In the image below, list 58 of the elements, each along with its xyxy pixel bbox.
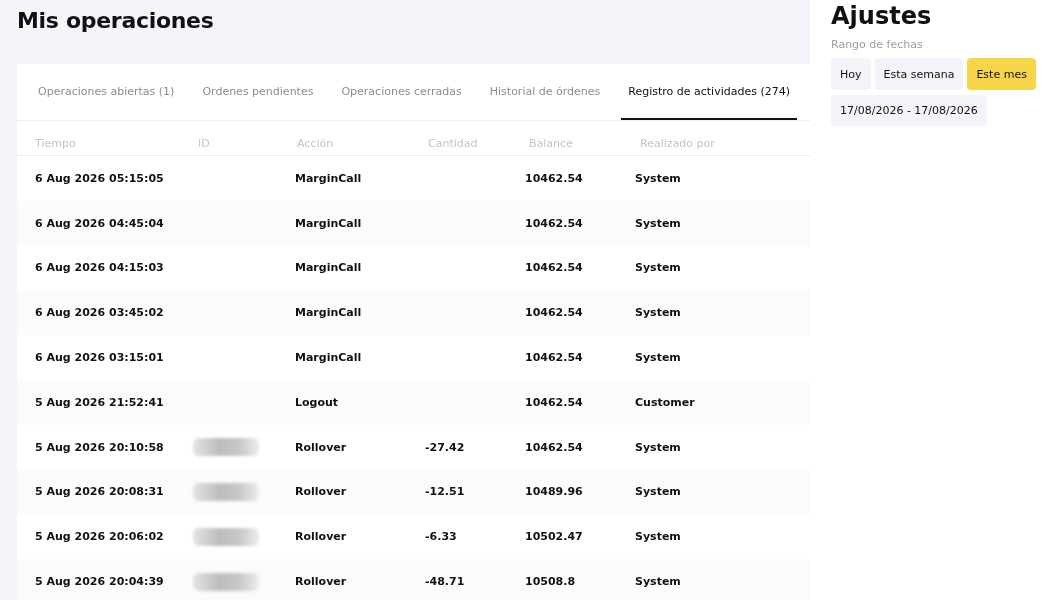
column-header: ID bbox=[198, 137, 210, 150]
column-header: Balance bbox=[529, 137, 573, 150]
table-cell: -27.42 bbox=[425, 440, 465, 454]
table-cell: Customer bbox=[635, 395, 695, 409]
date-preset-button[interactable]: Esta semana bbox=[874, 58, 964, 90]
table-cell: 6 Aug 2026 03:15:01 bbox=[35, 351, 164, 365]
table-cell: System bbox=[635, 261, 681, 275]
column-header: Tiempo bbox=[35, 137, 76, 150]
table-cell: 5 Aug 2026 20:04:39 bbox=[35, 575, 164, 589]
table-cell: MarginCall bbox=[295, 216, 362, 230]
table-cell: 6 Aug 2026 04:15:03 bbox=[35, 261, 164, 275]
table-cell: 10462.54 bbox=[525, 395, 583, 409]
table-cell: 10462.54 bbox=[525, 171, 583, 185]
table-cell: Rollover bbox=[295, 440, 347, 454]
date-preset-button[interactable]: Hoy bbox=[831, 58, 871, 90]
table-cell: 10462.54 bbox=[525, 306, 583, 320]
table-cell: 10462.54 bbox=[525, 261, 583, 275]
table-cell: Logout bbox=[295, 395, 339, 409]
tab[interactable]: Registro de actividades (274) bbox=[621, 64, 798, 120]
table-cell: System bbox=[635, 351, 681, 365]
table-cell: System bbox=[635, 530, 681, 544]
table-cell: 10462.54 bbox=[525, 351, 583, 365]
table-cell: 10489.96 bbox=[525, 485, 583, 499]
table-cell: Rollover bbox=[295, 575, 347, 589]
table-cell: 5 Aug 2026 21:52:41 bbox=[35, 395, 164, 409]
table-cell: -6.33 bbox=[425, 530, 457, 544]
panel-title: Ajustes bbox=[831, 2, 933, 30]
table-cell: 10502.47 bbox=[525, 530, 583, 544]
table-cell: MarginCall bbox=[295, 171, 362, 185]
table-cell: 5 Aug 2026 20:08:31 bbox=[35, 485, 164, 499]
table-cell: System bbox=[635, 575, 681, 589]
table-cell: Rollover bbox=[295, 485, 347, 499]
table-cell: 5 Aug 2026 20:10:58 bbox=[35, 440, 164, 454]
date-preset-button[interactable]: Este mes bbox=[967, 58, 1036, 90]
column-header: Cantidad bbox=[428, 137, 478, 150]
table-cell: System bbox=[635, 440, 681, 454]
page-title: Mis operaciones bbox=[17, 7, 215, 35]
tab[interactable]: Operaciones abiertas (1) bbox=[31, 64, 182, 120]
table-cell: 6 Aug 2026 05:15:05 bbox=[35, 171, 164, 185]
table-cell: System bbox=[635, 171, 681, 185]
table-cell: System bbox=[635, 216, 681, 230]
table-cell: MarginCall bbox=[295, 261, 362, 275]
date-range-field[interactable]: 17/08/2026 - 17/08/2026 bbox=[831, 95, 987, 126]
table-cell: 5 Aug 2026 20:06:02 bbox=[35, 530, 164, 544]
table-cell: 10462.54 bbox=[525, 216, 583, 230]
table-cell: -48.71 bbox=[425, 575, 465, 589]
table-cell: 10508.8 bbox=[525, 575, 576, 589]
table-cell: -12.51 bbox=[425, 485, 465, 499]
table-cell: MarginCall bbox=[295, 306, 362, 320]
table-cell: 6 Aug 2026 03:45:02 bbox=[35, 306, 164, 320]
column-header: Acción bbox=[297, 137, 334, 150]
table-cell: System bbox=[635, 485, 681, 499]
field-label: Rango de fechas bbox=[831, 38, 924, 51]
table-cell: System bbox=[635, 306, 681, 320]
table-cell: 6 Aug 2026 04:45:04 bbox=[35, 216, 164, 230]
table-cell: 10462.54 bbox=[525, 440, 583, 454]
table-cell: MarginCall bbox=[295, 351, 362, 365]
table-cell: Rollover bbox=[295, 530, 347, 544]
